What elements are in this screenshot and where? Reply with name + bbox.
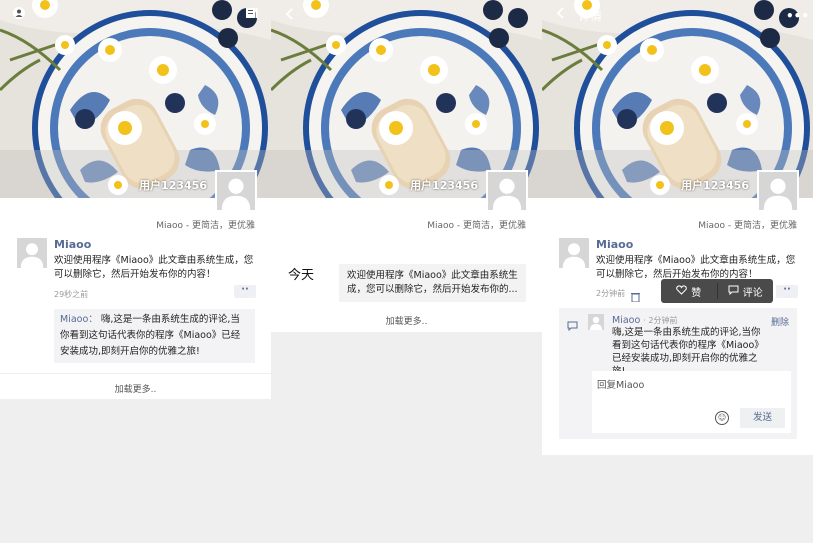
- comment-avatar[interactable]: [588, 314, 604, 330]
- emoji-icon[interactable]: ☺: [715, 411, 729, 425]
- comment-header: Miaoo · 2分钟前: [612, 315, 678, 326]
- edit-icon[interactable]: [246, 7, 258, 25]
- page-title: 详情: [578, 9, 603, 23]
- album-screen: 用户123456 Miaoo - 更简洁，更优雅 今天 欢迎使用程序《Miaoo…: [271, 0, 542, 332]
- cover-photo: [542, 0, 813, 198]
- send-button[interactable]: 发送: [740, 408, 785, 428]
- avatar[interactable]: [486, 170, 528, 212]
- divider: [0, 373, 271, 374]
- comment-time: · 2分钟前: [643, 316, 678, 325]
- moment-content: 欢迎使用程序《Miaoo》此文章由系统生成，您可以删除它，然后开始发布你的内容！: [596, 255, 796, 280]
- moment-author[interactable]: Miaoo: [596, 238, 633, 251]
- person-circle-icon[interactable]: [13, 7, 25, 25]
- signature: Miaoo - 更简洁，更优雅: [698, 221, 797, 231]
- moment-author[interactable]: Miaoo: [54, 238, 91, 251]
- user-name: 用户123456: [410, 179, 478, 192]
- dots-icon[interactable]: •••: [786, 7, 809, 25]
- avatar[interactable]: [215, 170, 257, 212]
- date-label: 今天: [288, 268, 315, 283]
- comment-icon: [728, 285, 739, 298]
- signature: Miaoo - 更简洁，更优雅: [427, 221, 526, 231]
- reply-input[interactable]: 回复Miaoo: [597, 377, 644, 391]
- comment-box: Miaoo： 嗨,这是一条由系统生成的评论,当你看到这句话代表你的程序《Miao…: [54, 309, 255, 363]
- reply-box[interactable]: 回复Miaoo ☺ 发送: [592, 371, 791, 433]
- action-menu: 赞 评论: [661, 279, 773, 303]
- dots-icon: ··: [783, 284, 791, 295]
- comment-author[interactable]: Miaoo: [612, 315, 640, 326]
- comment-icon: [567, 316, 578, 335]
- like-label: 赞: [691, 287, 702, 299]
- delete-comment-button[interactable]: 删除: [771, 315, 789, 328]
- comment-author[interactable]: Miaoo：: [60, 314, 98, 325]
- moment-avatar[interactable]: [559, 238, 589, 268]
- signature: Miaoo - 更简洁，更优雅: [156, 221, 255, 231]
- chevron-left-icon[interactable]: [556, 7, 566, 25]
- chevron-left-icon[interactable]: [285, 7, 295, 25]
- cover-photo: [271, 0, 542, 198]
- moment-avatar[interactable]: [17, 238, 47, 268]
- moment-time: 29秒之前: [54, 290, 89, 299]
- more-button[interactable]: ··: [776, 285, 798, 298]
- moment-preview[interactable]: 欢迎使用程序《Miaoo》此文章由系统生成，您可以删除它，然后开始发布你的...: [339, 264, 526, 302]
- avatar[interactable]: [757, 170, 799, 212]
- comment-label: 评论: [742, 287, 763, 299]
- moment-content: 欢迎使用程序《Miaoo》此文章由系统生成，您可以删除它，然后开始发布你的内容！: [54, 255, 254, 280]
- user-name: 用户123456: [681, 179, 749, 192]
- cover-photo: [0, 0, 271, 198]
- more-button[interactable]: ··: [234, 285, 256, 298]
- trash-icon[interactable]: [631, 287, 640, 306]
- comment-item[interactable]: Miaoo： 嗨,这是一条由系统生成的评论,当你看到这句话代表你的程序《Miao…: [60, 312, 249, 360]
- like-button[interactable]: 赞: [661, 279, 717, 303]
- comment-button[interactable]: 评论: [718, 279, 774, 303]
- load-more-button[interactable]: 加载更多..: [0, 382, 271, 395]
- user-name: 用户123456: [139, 179, 207, 192]
- heart-icon: [676, 284, 688, 298]
- moment-time: 2分钟前: [596, 289, 626, 298]
- load-more-button[interactable]: 加载更多..: [271, 314, 542, 327]
- dots-icon: ··: [241, 284, 249, 295]
- profile-screen: 用户123456 Miaoo - 更简洁，更优雅 Miaoo 欢迎使用程序《Mi…: [0, 0, 271, 399]
- detail-screen: 详情 ••• 用户123456 Miaoo - 更简洁，更优雅 Miaoo 欢迎…: [542, 0, 813, 455]
